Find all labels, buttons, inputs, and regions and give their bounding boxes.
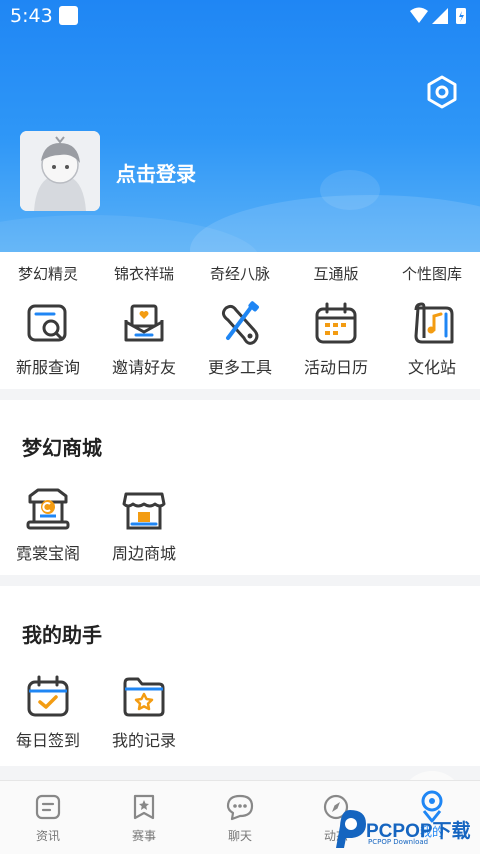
mall-section-title: 梦幻商城 <box>22 436 102 460</box>
status-bar: 5:43 <box>0 0 480 34</box>
avatar[interactable] <box>20 131 100 211</box>
tab-label: 聊天 <box>227 829 252 843</box>
assistant-item-daily-checkin[interactable]: 每日签到 <box>0 673 96 751</box>
assistant-item-my-records[interactable]: 我的记录 <box>96 673 192 751</box>
music-scroll-icon <box>414 302 454 344</box>
tab-label: 赛事 <box>131 829 156 843</box>
mall-item-nichang-baoge[interactable]: 霓裳宝阁 <box>0 486 96 564</box>
mall-item-label: 霓裳宝阁 <box>15 544 80 563</box>
event-icon <box>133 794 155 820</box>
news-icon <box>35 794 61 820</box>
invite-mail-icon <box>124 304 164 342</box>
pcpop-watermark: PCPOP下载 PCPOP Download <box>332 808 480 850</box>
tab-events[interactable]: 赛事 <box>96 793 192 844</box>
signal-icon <box>432 8 448 24</box>
server-search-icon <box>27 304 67 342</box>
status-time: 5:43 <box>10 5 53 27</box>
chat-icon <box>226 794 254 821</box>
tab-news[interactable]: 资讯 <box>0 793 96 844</box>
tools-icon <box>221 301 259 345</box>
profile-header <box>0 0 480 252</box>
tool-label: 新服查询 <box>15 358 80 377</box>
link-jinyi-xiangrui[interactable]: 锦衣祥瑞 <box>96 263 192 284</box>
tool-label: 文化站 <box>407 358 456 377</box>
tool-invite-friends[interactable]: 邀请好友 <box>96 300 192 378</box>
tab-chat[interactable]: 聊天 <box>192 793 288 844</box>
notification-icon <box>59 6 78 25</box>
tool-label: 活动日历 <box>303 358 368 377</box>
quick-links-row: 梦幻精灵 锦衣祥瑞 奇经八脉 互通版 个性图库 <box>0 263 480 287</box>
settings-gear-icon[interactable] <box>424 74 460 110</box>
tool-activity-calendar[interactable]: 活动日历 <box>288 300 384 378</box>
tab-label: 资讯 <box>35 829 60 843</box>
calendar-icon <box>315 302 357 344</box>
shop-icon <box>122 492 166 530</box>
treasure-pavilion-icon <box>26 488 70 530</box>
watermark-subtext: PCPOP Download <box>368 838 429 846</box>
link-qijing-bamai[interactable]: 奇经八脉 <box>192 263 288 284</box>
tool-culture-station[interactable]: 文化站 <box>384 300 480 378</box>
link-hutong-ban[interactable]: 互通版 <box>288 263 384 284</box>
wifi-icon <box>410 7 428 23</box>
status-icons <box>408 6 470 30</box>
tool-label: 更多工具 <box>207 358 272 377</box>
tool-new-server-query[interactable]: 新服查询 <box>0 300 96 378</box>
link-gexing-tuku[interactable]: 个性图库 <box>384 263 480 284</box>
mall-item-label: 周边商城 <box>111 544 176 563</box>
checkin-calendar-icon <box>27 675 69 717</box>
assistant-section-title: 我的助手 <box>22 623 102 647</box>
login-link[interactable]: 点击登录 <box>116 158 196 187</box>
record-folder-icon <box>123 677 165 717</box>
mall-item-zhoubian-shangcheng[interactable]: 周边商城 <box>96 486 192 564</box>
tool-more-tools[interactable]: 更多工具 <box>192 300 288 378</box>
assistant-item-label: 每日签到 <box>15 731 80 750</box>
assistant-item-label: 我的记录 <box>111 731 176 750</box>
link-menghuan-jingling[interactable]: 梦幻精灵 <box>0 263 96 284</box>
tool-label: 邀请好友 <box>111 358 176 377</box>
